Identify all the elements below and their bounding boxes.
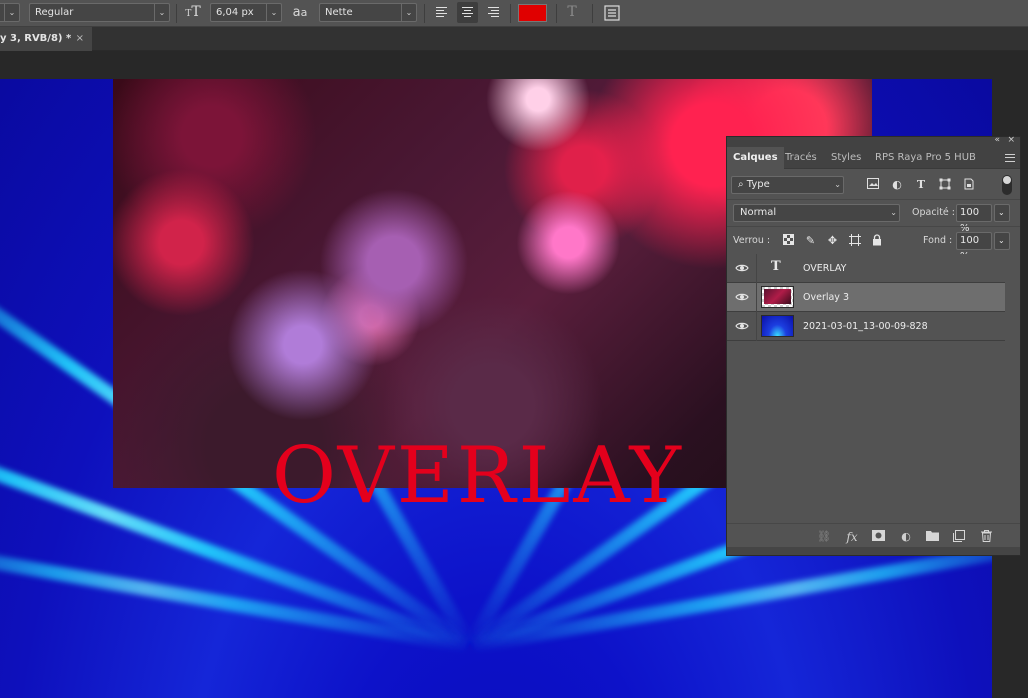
- chevron-down-icon: ⌄: [998, 236, 1005, 245]
- font-size-dropdown[interactable]: 6,04 px ⌄: [210, 3, 282, 22]
- tab-traces[interactable]: Tracés: [779, 147, 823, 169]
- layer-name: 2021-03-01_13-00-09-828: [803, 321, 928, 332]
- group-folder-icon[interactable]: [925, 530, 939, 544]
- layer-row-overlay-text[interactable]: T OVERLAY: [727, 254, 1005, 283]
- chevron-down-icon: ⌄: [4, 4, 19, 21]
- opacity-input[interactable]: 100 %: [956, 204, 992, 234]
- font-family-dropdown[interactable]: ⌄: [0, 3, 20, 22]
- eye-icon[interactable]: [735, 263, 749, 273]
- layer-name: OVERLAY: [803, 263, 847, 274]
- filter-pixel-icon[interactable]: [866, 178, 880, 192]
- panel-tabs: Calques Tracés Styles RPS Raya Pro 5 HUB: [727, 147, 1020, 169]
- filter-kind-value: Type: [746, 179, 770, 190]
- font-style-dropdown[interactable]: Regular ⌄: [29, 3, 170, 22]
- close-icon[interactable]: ×: [76, 27, 84, 51]
- opacity-dropdown-button[interactable]: ⌄: [994, 204, 1010, 222]
- panel-menu-icon[interactable]: [1005, 154, 1015, 162]
- tab-calques[interactable]: Calques: [727, 147, 784, 169]
- fx-icon[interactable]: fx: [845, 530, 859, 544]
- antialias-icon: aa: [292, 5, 308, 20]
- add-mask-icon[interactable]: [871, 530, 885, 544]
- lock-row: Verrou : ✎ ✥ Fond : 100 % ⌄: [727, 226, 1020, 262]
- collapse-icon[interactable]: «: [994, 135, 1000, 145]
- tab-styles[interactable]: Styles: [825, 147, 867, 169]
- search-icon: ⌕: [738, 179, 744, 190]
- divider: [510, 4, 511, 23]
- font-style-value: Regular: [35, 7, 74, 18]
- layer-row-overlay-3[interactable]: Overlay 3: [727, 283, 1005, 312]
- trash-icon[interactable]: [979, 530, 993, 544]
- font-size-icon: TT: [185, 4, 201, 20]
- layer-row-background-image[interactable]: 2021-03-01_13-00-09-828: [727, 312, 1005, 341]
- filter-adjustment-icon[interactable]: ◐: [890, 178, 904, 192]
- lock-label: Verrou :: [733, 235, 771, 246]
- lock-image-pixels-icon[interactable]: ✎: [804, 234, 817, 247]
- blend-row: Normal ⌄ Opacité : 100 % ⌄: [727, 199, 1020, 234]
- chevron-down-icon: ⌄: [401, 4, 416, 21]
- layers-bottom-bar: ⛓ fx ◐: [727, 523, 1020, 547]
- chevron-down-icon: ⌄: [834, 180, 841, 189]
- tab-rps-raya-pro[interactable]: RPS Raya Pro 5 HUB: [869, 147, 982, 169]
- layer-thumbnail: [761, 286, 794, 308]
- warp-text-icon[interactable]: T: [563, 3, 581, 22]
- blend-mode-value: Normal: [740, 207, 777, 218]
- font-size-value: 6,04 px: [216, 7, 254, 18]
- chevron-down-icon: ⌄: [998, 208, 1005, 217]
- lock-transparent-pixels-icon[interactable]: [782, 234, 795, 247]
- text-color-swatch[interactable]: [518, 4, 547, 22]
- fill-label: Fond :: [923, 235, 953, 246]
- filter-row: ⌕ Type ⌄ ◐ T: [727, 169, 1020, 199]
- filter-shape-icon[interactable]: [938, 178, 952, 192]
- document-tabstrip: y 3, RVB/8) * ×: [0, 27, 1028, 51]
- chevron-down-icon: ⌄: [266, 4, 281, 21]
- lock-artboard-icon[interactable]: [848, 234, 861, 247]
- layer-thumbnail: [761, 315, 794, 337]
- antialias-value: Nette: [325, 7, 353, 18]
- adjustment-layer-icon[interactable]: ◐: [899, 530, 913, 544]
- align-left-button[interactable]: [431, 2, 452, 23]
- fill-input[interactable]: 100 %: [956, 232, 992, 262]
- link-layers-icon[interactable]: ⛓: [817, 530, 831, 544]
- document-tab-title: y 3, RVB/8) *: [0, 33, 72, 44]
- panel-footer: [727, 547, 1020, 555]
- chevron-down-icon: ⌄: [890, 208, 897, 217]
- filter-toggle-switch[interactable]: [1002, 175, 1012, 195]
- opacity-label: Opacité :: [912, 207, 955, 218]
- eye-icon[interactable]: [735, 321, 749, 331]
- text-layer-icon: T: [771, 259, 781, 274]
- filter-smart-object-icon[interactable]: [962, 178, 976, 192]
- blend-mode-dropdown[interactable]: Normal ⌄: [733, 204, 900, 222]
- layer-name: Overlay 3: [803, 292, 849, 303]
- layers-panel: « × Calques Tracés Styles RPS Raya Pro 5…: [726, 135, 1021, 556]
- lock-position-icon[interactable]: ✥: [826, 234, 839, 247]
- chevron-down-icon: ⌄: [154, 4, 169, 21]
- divider: [556, 4, 557, 23]
- eye-icon[interactable]: [735, 292, 749, 302]
- character-panel-icon[interactable]: [603, 3, 621, 22]
- divider: [176, 4, 177, 23]
- options-bar: ⌄ Regular ⌄ TT 6,04 px ⌄ aa Nette ⌄ T: [0, 0, 1028, 27]
- align-right-button[interactable]: [483, 2, 504, 23]
- fill-dropdown-button[interactable]: ⌄: [994, 232, 1010, 250]
- panel-titlebar: « ×: [727, 135, 1020, 147]
- divider: [592, 4, 593, 23]
- close-icon[interactable]: ×: [1007, 135, 1015, 145]
- filter-type-icon[interactable]: T: [914, 178, 928, 192]
- divider: [424, 4, 425, 23]
- align-center-button[interactable]: [457, 2, 478, 23]
- document-tab[interactable]: y 3, RVB/8) * ×: [0, 27, 92, 51]
- lock-all-icon[interactable]: [870, 234, 883, 247]
- canvas-overlay-text[interactable]: OVERLAY: [272, 437, 684, 515]
- antialias-dropdown[interactable]: Nette ⌄: [319, 3, 417, 22]
- filter-kind-dropdown[interactable]: ⌕ Type ⌄: [731, 176, 844, 194]
- new-layer-icon[interactable]: [952, 530, 966, 544]
